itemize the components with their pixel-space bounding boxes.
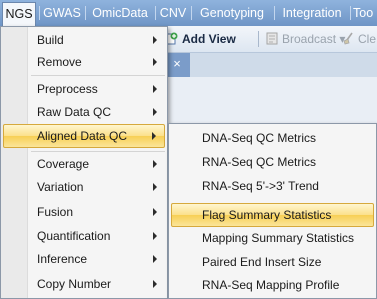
toolbar-divider	[258, 31, 259, 47]
submenu-item-rna-seq-qc-metrics[interactable]: RNA-Seq QC Metrics	[171, 150, 374, 174]
menu-item-copy-number[interactable]: Copy Number	[3, 272, 165, 296]
submenu-item-rna-seq-trend[interactable]: RNA-Seq 5'->3' Trend	[171, 174, 374, 198]
submenu-arrow-icon	[153, 108, 157, 116]
submenu-item-label: Mapping Summary Statistics	[202, 231, 355, 245]
menu-item-label: Raw Data QC	[37, 105, 112, 119]
menubar-separator	[85, 6, 86, 20]
menu-item-label: Fusion	[37, 205, 74, 219]
add-view-label: Add View	[182, 32, 236, 46]
submenu-arrow-icon	[153, 36, 157, 44]
menu-cnv[interactable]: CNV	[158, 3, 188, 23]
broadcast-icon	[266, 32, 278, 45]
submenu-item-label: Paired End Insert Size	[202, 255, 322, 269]
submenu-item-label: Flag Summary Statistics	[202, 208, 332, 222]
submenu-item-flag-summary-statistics[interactable]: Flag Summary Statistics	[171, 203, 374, 227]
submenu-item-dna-seq-qc-metrics[interactable]: DNA-Seq QC Metrics	[171, 126, 374, 150]
menu-item-aligned-data-qc[interactable]: Aligned Data QC	[3, 124, 165, 148]
ngs-dropdown-menu: Build Remove Preprocess Raw Data QC Alig…	[0, 26, 168, 299]
menu-item-label: Build	[37, 33, 64, 47]
menu-item-preprocess[interactable]: Preprocess	[3, 77, 165, 101]
close-icon[interactable]: ×	[170, 57, 184, 71]
menu-item-raw-data-qc[interactable]: Raw Data QC	[3, 100, 165, 124]
menu-item-inference[interactable]: Inference	[3, 247, 165, 271]
menubar-separator	[39, 6, 40, 20]
menu-item-label: Coverage	[37, 157, 90, 171]
toolbar: Add View Broadcast ▾ Cle	[160, 26, 377, 53]
menu-item-build[interactable]: Build	[3, 28, 165, 52]
menubar-separator	[350, 6, 351, 20]
add-view-button[interactable]: Add View	[164, 30, 236, 48]
menu-item-label: Variation	[37, 180, 84, 194]
submenu-arrow-icon	[153, 183, 157, 191]
menu-item-label: Preprocess	[37, 82, 98, 96]
submenu-arrow-icon	[153, 280, 157, 288]
menu-genotyping[interactable]: Genotyping	[194, 3, 270, 23]
menu-integration[interactable]: Integration	[277, 3, 347, 23]
menu-item-quantification[interactable]: Quantification	[3, 224, 165, 248]
menu-omicdata[interactable]: OmicData	[88, 3, 152, 23]
menu-item-label: Copy Number	[37, 277, 112, 291]
menu-gwas[interactable]: GWAS	[42, 3, 82, 23]
menubar-separator	[191, 6, 192, 20]
menu-ngs[interactable]: NGS	[2, 2, 36, 26]
menu-item-label: Remove	[37, 55, 82, 69]
clear-label: Cle	[358, 32, 377, 46]
aligned-data-qc-submenu: DNA-Seq QC Metrics RNA-Seq QC Metrics RN…	[168, 123, 377, 299]
menu-tools[interactable]: Too	[353, 3, 377, 23]
broadcast-label: Broadcast ▾	[282, 32, 346, 46]
submenu-arrow-icon	[153, 208, 157, 216]
submenu-item-rna-seq-mapping-profile[interactable]: RNA-Seq Mapping Profile	[171, 273, 374, 297]
menu-item-coverage[interactable]: Coverage	[3, 152, 165, 176]
menu-bar: NGS GWAS OmicData CNV Genotyping Integra…	[0, 0, 377, 27]
menu-item-label: Aligned Data QC	[37, 129, 128, 143]
submenu-arrow-icon	[153, 255, 157, 263]
menu-separator	[31, 75, 165, 76]
submenu-arrow-icon	[153, 85, 157, 93]
submenu-arrow-icon	[153, 58, 157, 66]
menu-item-remove[interactable]: Remove	[3, 50, 165, 74]
submenu-arrow-icon	[152, 132, 156, 140]
submenu-item-label: DNA-Seq QC Metrics	[202, 131, 317, 145]
menu-item-fusion[interactable]: Fusion	[3, 200, 165, 224]
menubar-separator	[274, 6, 275, 20]
broom-icon	[343, 32, 353, 45]
submenu-item-label: RNA-Seq 5'->3' Trend	[202, 179, 319, 193]
menu-item-label: Quantification	[37, 229, 111, 243]
submenu-item-paired-end-insert-size[interactable]: Paired End Insert Size	[171, 250, 374, 274]
submenu-item-mapping-summary-statistics[interactable]: Mapping Summary Statistics	[171, 226, 374, 250]
submenu-arrow-icon	[153, 160, 157, 168]
submenu-arrow-icon	[153, 232, 157, 240]
menu-item-label: Inference	[37, 252, 88, 266]
menubar-separator	[155, 6, 156, 20]
menu-item-variation[interactable]: Variation	[3, 175, 165, 199]
submenu-item-label: RNA-Seq QC Metrics	[202, 155, 317, 169]
submenu-item-label: RNA-Seq Mapping Profile	[202, 278, 340, 292]
